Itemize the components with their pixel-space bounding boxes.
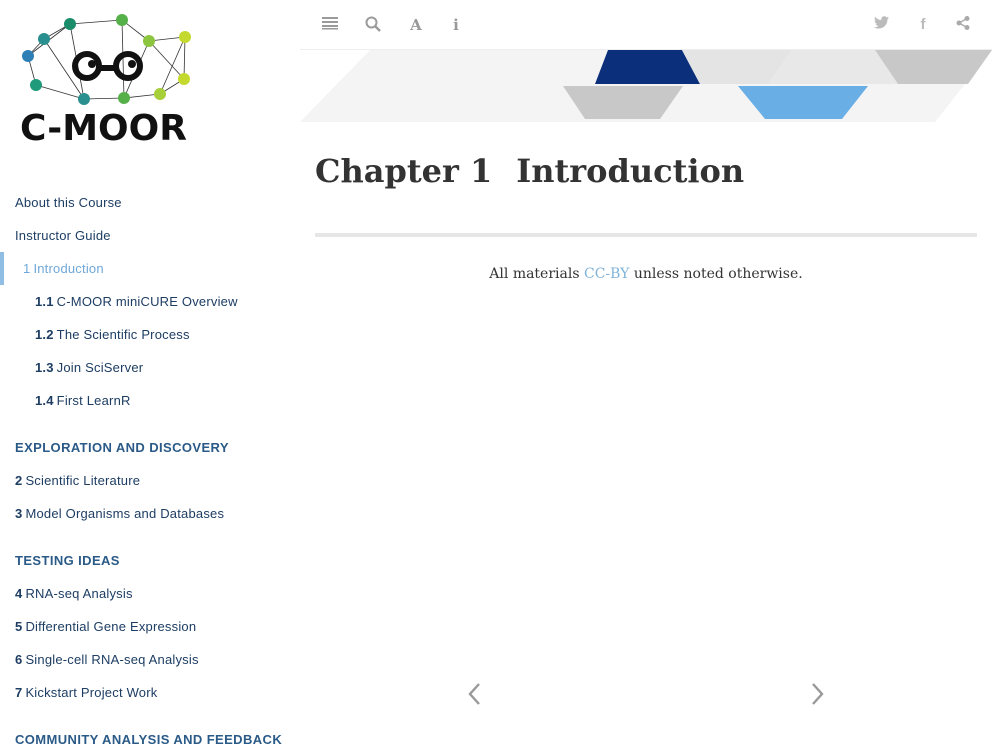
- sidebar-item-differential-gene-expression[interactable]: 5 Differential Gene Expression: [0, 610, 300, 643]
- toc-part-community-analysis-and-feedback: Community Analysis and Feedback: [15, 732, 283, 744]
- toc-label: Introduction: [33, 261, 104, 276]
- facebook-icon[interactable]: f: [914, 16, 932, 34]
- toc-label: Single-cell RNA-seq Analysis: [25, 652, 199, 667]
- toc-label: Kickstart Project Work: [25, 685, 158, 700]
- toc-number: 6: [15, 652, 23, 667]
- license-link[interactable]: CC-BY: [584, 266, 629, 282]
- sidebar-item-introduction[interactable]: 1 Introduction: [0, 252, 300, 285]
- toc-number: 1: [23, 261, 31, 276]
- license-notice: All materials CC-BY unless noted otherwi…: [315, 266, 977, 282]
- sidebar-item-model-organisms-and-databases[interactable]: 3 Model Organisms and Databases: [0, 497, 300, 530]
- next-page-arrow-icon[interactable]: [808, 682, 828, 712]
- toc-label: Differential Gene Expression: [25, 619, 197, 634]
- toggle-sidebar-icon[interactable]: [321, 16, 339, 34]
- toc-number: 1.2: [35, 327, 54, 342]
- sidebar-item-join-sciserver[interactable]: 1.3 Join SciServer: [0, 351, 300, 384]
- header-banner: [300, 50, 992, 122]
- sidebar: C-MOOR About this Course Instructor Guide…: [0, 0, 300, 744]
- info-icon[interactable]: i: [447, 16, 465, 34]
- sidebar-item-first-learnr[interactable]: 1.4 First LearnR: [0, 384, 300, 417]
- toc-number: 2: [15, 473, 23, 488]
- logo-text: C-MOOR: [20, 108, 187, 149]
- sidebar-item-rna-seq-analysis[interactable]: 4 RNA-seq Analysis: [0, 577, 300, 610]
- toc-label: Instructor Guide: [15, 228, 111, 243]
- toc-number: 3: [15, 506, 23, 521]
- toc-part-exploration-and-discovery: Exploration and Discovery: [15, 440, 229, 455]
- sidebar-item-about-this-course[interactable]: About this Course: [0, 186, 300, 219]
- previous-page-arrow-icon[interactable]: [464, 682, 484, 712]
- toc-label: Model Organisms and Databases: [25, 506, 225, 521]
- toc-label: The Scientific Process: [56, 327, 190, 342]
- license-suffix: unless noted otherwise.: [629, 266, 803, 282]
- twitter-icon[interactable]: [872, 16, 890, 34]
- page-title: Chapter 1 Introduction: [315, 152, 744, 190]
- toc-number: 4: [15, 586, 23, 601]
- toc-number: 5: [15, 619, 23, 634]
- sidebar-item-scientific-literature[interactable]: 2 Scientific Literature: [0, 464, 300, 497]
- title-divider: [315, 233, 977, 237]
- toc-number: 1.4: [35, 393, 54, 408]
- table-of-contents: About this Course Instructor Guide 1 Introd…: [0, 186, 300, 744]
- sidebar-item-kickstart-project-work[interactable]: 7 Kickstart Project Work: [0, 676, 300, 709]
- sidebar-item-c-moor-minicure-overview[interactable]: 1.1 C-MOOR miniCURE Overview: [0, 285, 300, 318]
- font-settings-icon[interactable]: A: [407, 16, 425, 34]
- toolbar: A i f: [300, 0, 992, 50]
- search-icon[interactable]: [364, 16, 382, 34]
- chapter-number: Chapter 1: [315, 152, 493, 190]
- share-icon[interactable]: [954, 16, 972, 34]
- sidebar-item-instructor-guide[interactable]: Instructor Guide: [0, 219, 300, 252]
- toc-label: C-MOOR miniCURE Overview: [56, 294, 238, 309]
- toc-label: Scientific Literature: [25, 473, 141, 488]
- license-prefix: All materials: [489, 266, 584, 282]
- toc-label: First LearnR: [56, 393, 131, 408]
- toc-label: RNA-seq Analysis: [25, 586, 133, 601]
- sidebar-item-single-cell-rna-seq-analysis[interactable]: 6 Single-cell RNA-seq Analysis: [0, 643, 300, 676]
- toc-label: Join SciServer: [56, 360, 144, 375]
- toc-number: 7: [15, 685, 23, 700]
- chapter-title-text: Introduction: [516, 152, 745, 190]
- toc-label: About this Course: [15, 195, 122, 210]
- toc-number: 1.1: [35, 294, 54, 309]
- sidebar-item-the-scientific-process[interactable]: 1.2 The Scientific Process: [0, 318, 300, 351]
- toc-number: 1.3: [35, 360, 54, 375]
- toc-part-testing-ideas: Testing Ideas: [15, 553, 120, 568]
